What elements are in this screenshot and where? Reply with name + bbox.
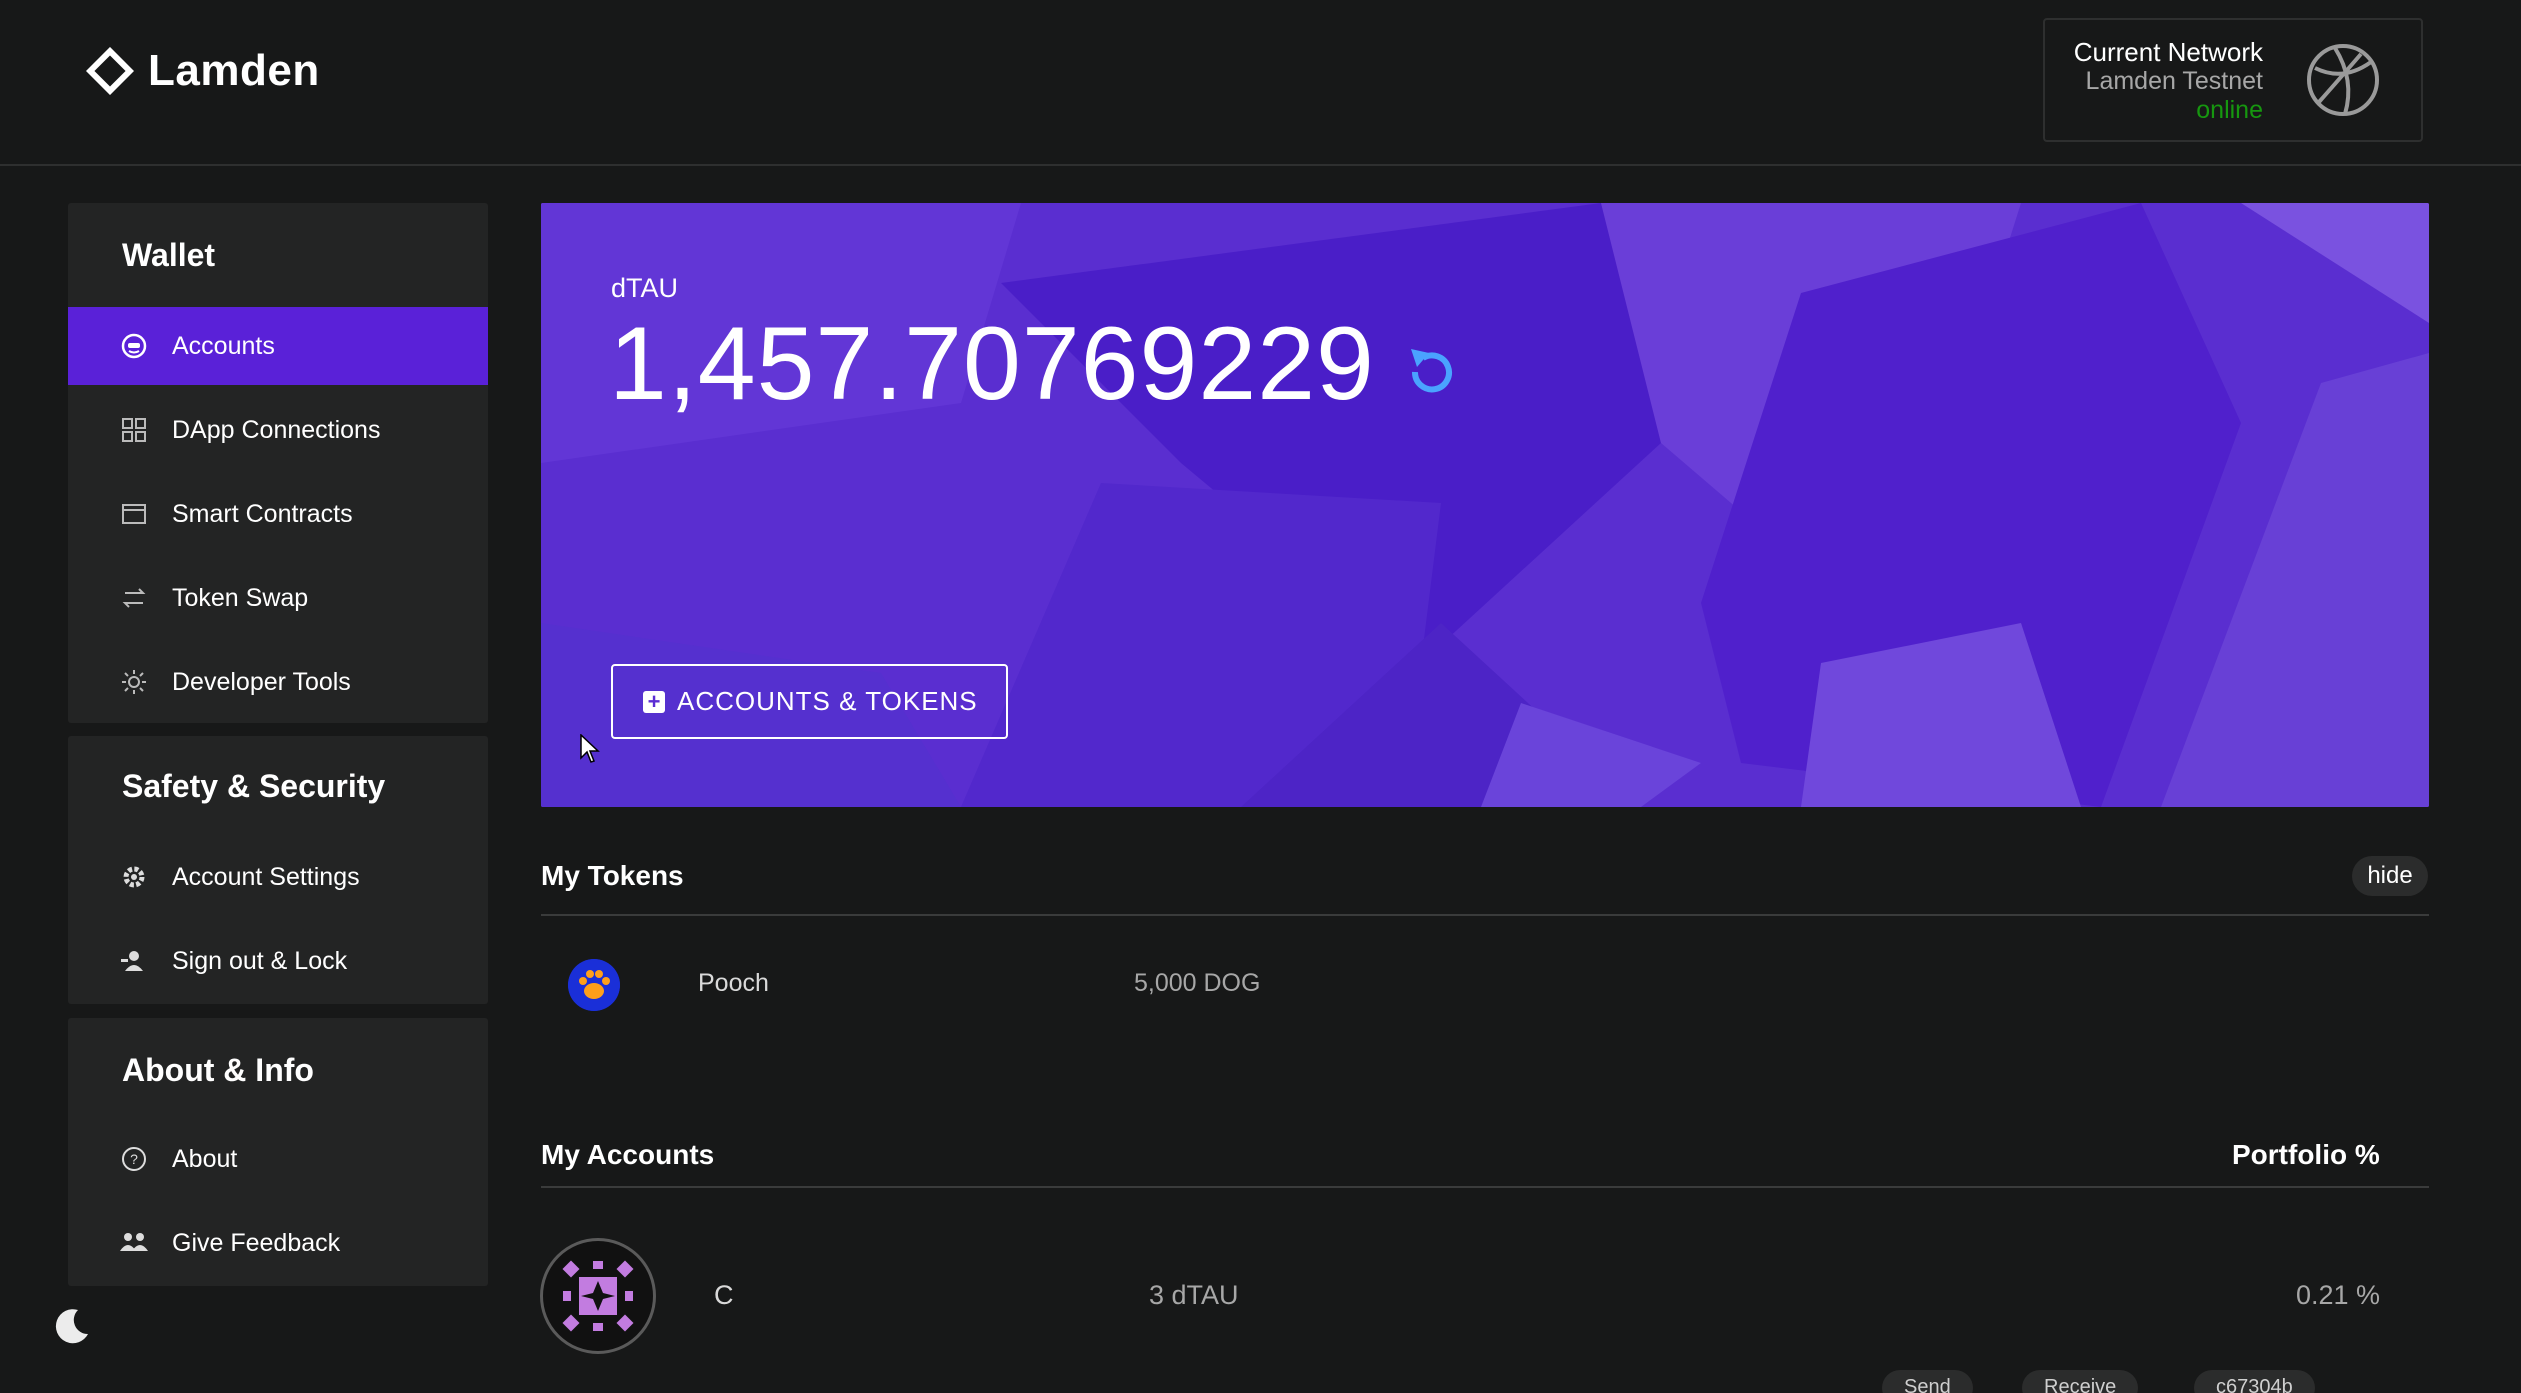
sidebar-item-give-feedback[interactable]: Give Feedback bbox=[68, 1204, 488, 1282]
token-name: Pooch bbox=[698, 969, 769, 997]
avatar bbox=[540, 1238, 656, 1354]
sidebar-item-label: Developer Tools bbox=[172, 667, 351, 696]
sidebar-item-token-swap[interactable]: Token Swap bbox=[68, 559, 488, 637]
sign-out-icon bbox=[120, 947, 148, 975]
accounts-tokens-label: ACCOUNTS & TOKENS bbox=[677, 686, 978, 716]
sidebar-item-smart-contracts[interactable]: Smart Contracts bbox=[68, 475, 488, 553]
sidebar-section-title: Safety & Security bbox=[122, 768, 386, 804]
balance-row: 1,457.70769229 bbox=[609, 305, 1463, 424]
sidebar-item-label: Sign out & Lock bbox=[172, 946, 348, 975]
network-selector[interactable]: Current Network Lamden Testnet online bbox=[2043, 18, 2423, 142]
tokens-divider bbox=[541, 914, 2429, 916]
mouse-cursor-icon bbox=[580, 734, 600, 763]
my-tokens-title: My Tokens bbox=[541, 860, 684, 891]
sidebar-item-developer-tools[interactable]: Developer Tools bbox=[68, 643, 488, 721]
sidebar-item-label: Smart Contracts bbox=[172, 499, 353, 528]
my-accounts-title: My Accounts bbox=[541, 1139, 715, 1170]
swap-icon bbox=[120, 584, 148, 612]
refresh-icon[interactable] bbox=[1401, 341, 1463, 403]
sidebar-item-label: Token Swap bbox=[172, 583, 309, 612]
sidebar-item-label: DApp Connections bbox=[172, 415, 381, 444]
accounts-divider bbox=[541, 1186, 2429, 1188]
sidebar-item-label: Accounts bbox=[172, 331, 275, 360]
sidebar-item-label: Account Settings bbox=[172, 862, 360, 891]
sidebar-section-title: About & Info bbox=[122, 1052, 314, 1088]
token-symbol: dTAU bbox=[611, 273, 679, 303]
grid-icon bbox=[120, 416, 148, 444]
app-logo[interactable]: Lamden bbox=[86, 46, 320, 96]
app-name: Lamden bbox=[148, 46, 320, 95]
sidebar-section-title: Wallet bbox=[122, 237, 216, 273]
sidebar-item-sign-out[interactable]: Sign out & Lock bbox=[68, 922, 488, 1000]
window-icon bbox=[120, 500, 148, 528]
app-header: Lamden Current Network Lamden Testnet on… bbox=[0, 0, 2521, 166]
lamden-diamond-icon bbox=[86, 47, 134, 95]
sidebar-security-panel: Safety & Security Account Settings Sign … bbox=[68, 736, 488, 1004]
account-portfolio: 0.21 % bbox=[2296, 1280, 2381, 1310]
sidebar-item-dapp-connections[interactable]: DApp Connections bbox=[68, 391, 488, 469]
moon-icon[interactable] bbox=[52, 1306, 92, 1346]
hide-tokens-button[interactable]: hide bbox=[2352, 856, 2428, 896]
account-amount: 3 dTAU bbox=[1149, 1280, 1239, 1310]
sidebar-item-about[interactable]: ? About bbox=[68, 1120, 488, 1198]
lightbulb-icon bbox=[120, 668, 148, 696]
network-info: Current Network Lamden Testnet online bbox=[2074, 38, 2263, 125]
address-copy-button[interactable]: c67304b bbox=[2194, 1370, 2315, 1393]
send-button[interactable]: Send bbox=[1882, 1370, 1973, 1393]
sidebar-item-account-settings[interactable]: Account Settings bbox=[68, 838, 488, 916]
network-name: Lamden Testnet bbox=[2085, 67, 2263, 95]
balance-value: 1,457.70769229 bbox=[609, 306, 1375, 422]
globe-icon bbox=[2307, 44, 2379, 116]
accounts-icon bbox=[120, 332, 148, 360]
network-status: online bbox=[2196, 96, 2263, 124]
sidebar-item-label: Give Feedback bbox=[172, 1228, 341, 1257]
plus-icon: + bbox=[643, 690, 665, 713]
sidebar-item-accounts[interactable]: Accounts bbox=[68, 307, 488, 385]
svg-text:?: ? bbox=[130, 1151, 138, 1167]
sidebar-wallet-panel: Wallet Accounts DApp Connections Smart C… bbox=[68, 203, 488, 723]
portfolio-header: Portfolio % bbox=[2232, 1139, 2380, 1170]
token-amount: 5,000 DOG bbox=[1134, 969, 1261, 997]
balance-banner: dTAU 1,457.70769229 + ACCOUNTS & TOKENS bbox=[541, 203, 2429, 807]
network-title: Current Network bbox=[2073, 37, 2263, 67]
question-icon: ? bbox=[120, 1145, 148, 1173]
sidebar-about-panel: About & Info ? About Give Feedback bbox=[68, 1018, 488, 1286]
sidebar-item-label: About bbox=[172, 1144, 238, 1173]
account-name: C bbox=[714, 1280, 734, 1310]
paw-icon bbox=[568, 959, 620, 1011]
identicon-icon bbox=[562, 1260, 634, 1332]
receive-button[interactable]: Receive bbox=[2022, 1370, 2139, 1393]
gear-icon bbox=[120, 863, 148, 891]
accounts-tokens-button[interactable]: + ACCOUNTS & TOKENS bbox=[611, 664, 1008, 739]
people-icon bbox=[120, 1229, 148, 1257]
